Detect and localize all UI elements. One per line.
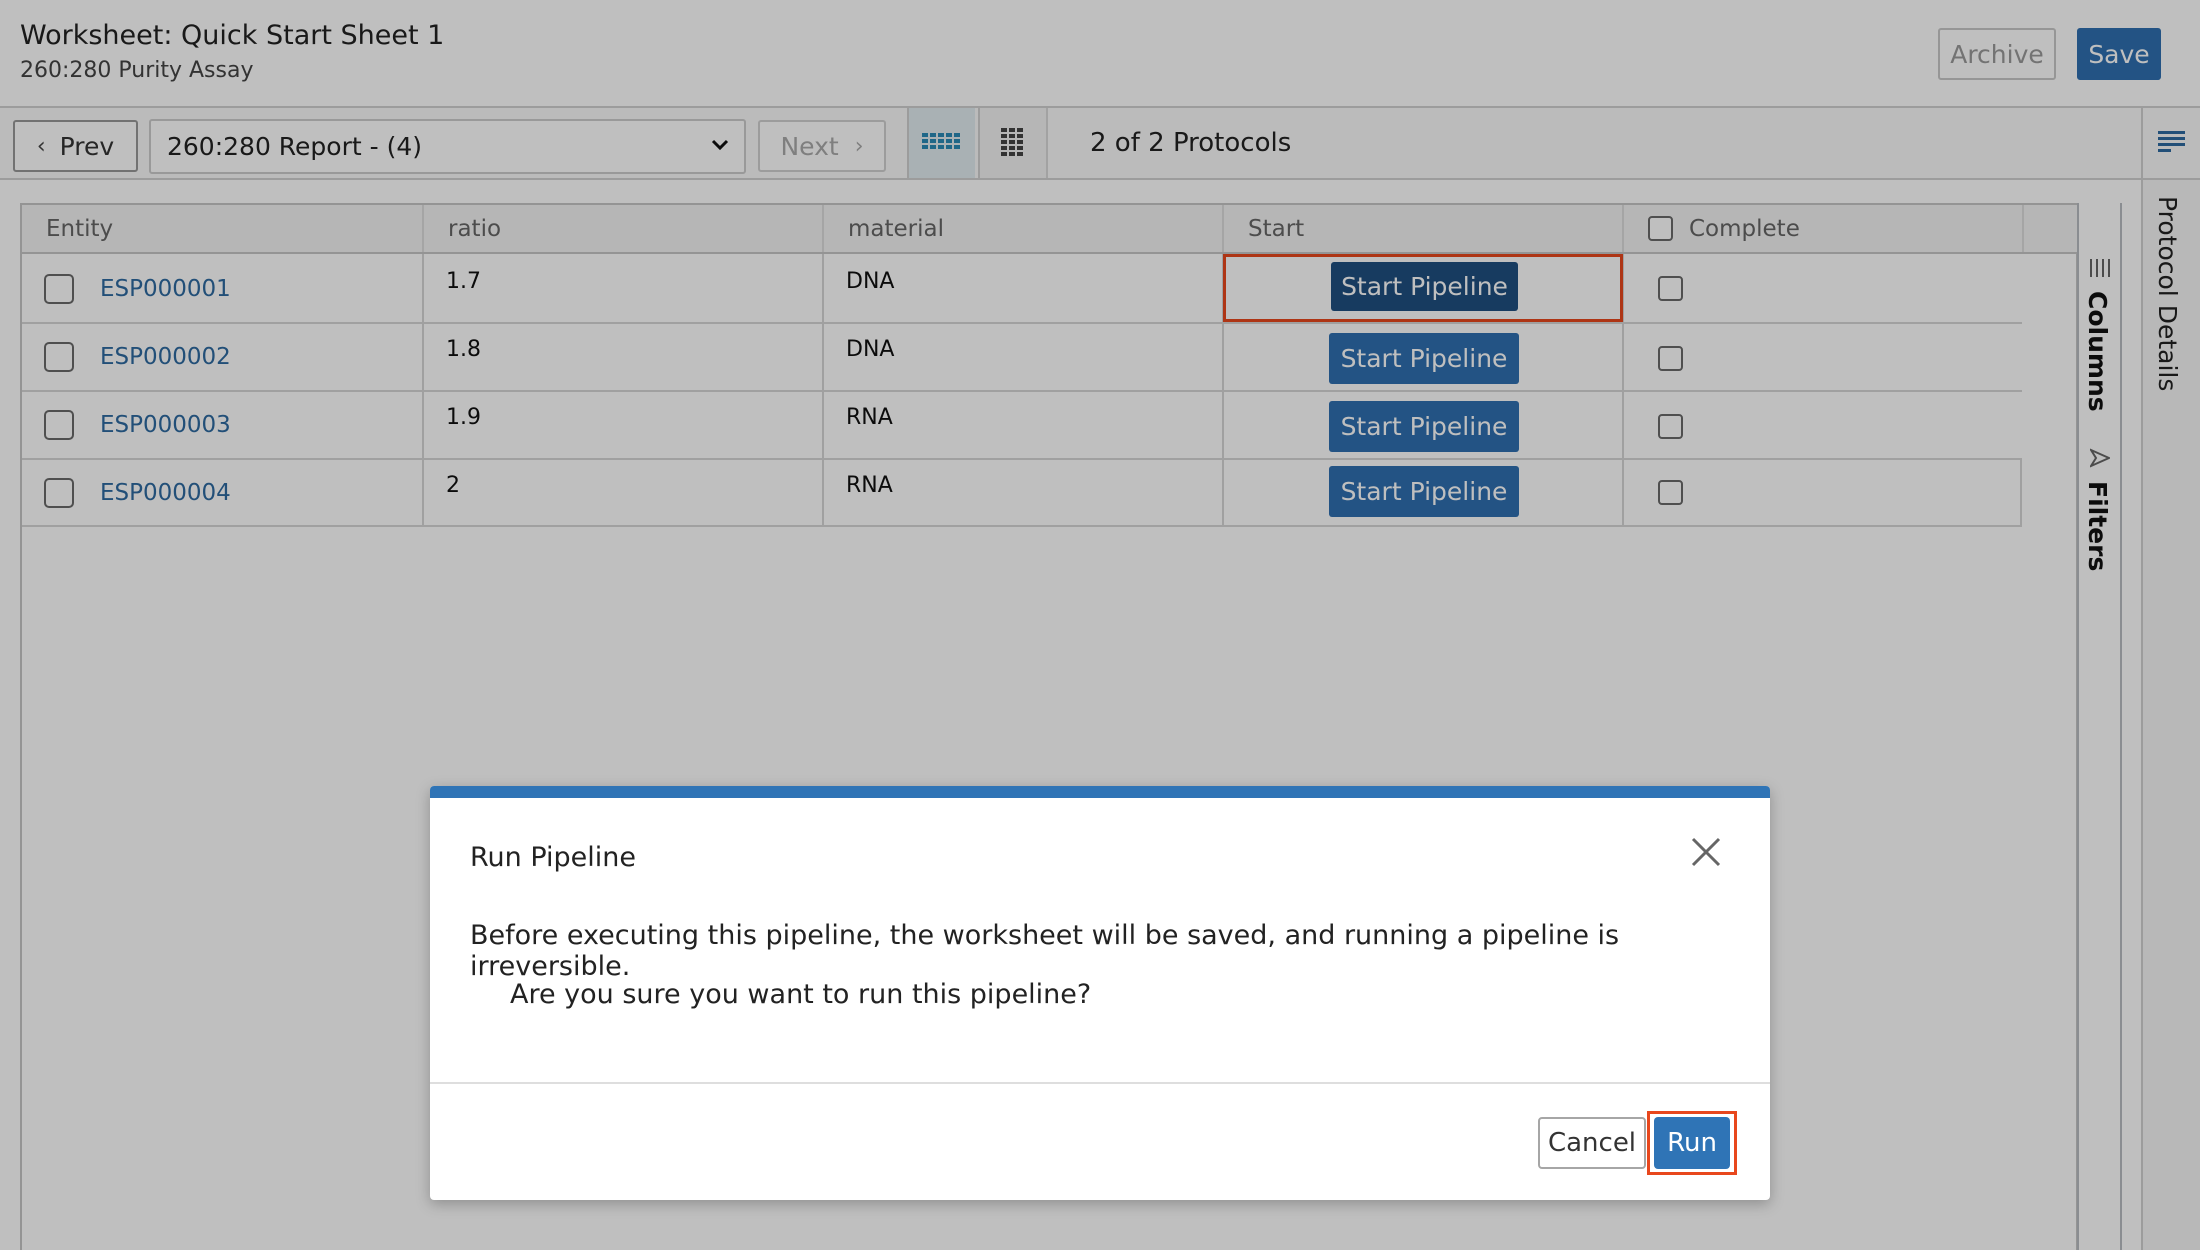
close-button[interactable] bbox=[1686, 832, 1726, 872]
dialog-question: Are you sure you want to run this pipeli… bbox=[510, 979, 1092, 1010]
close-icon bbox=[1691, 837, 1721, 867]
cancel-button[interactable]: Cancel bbox=[1538, 1117, 1646, 1169]
dialog-message: Before executing this pipeline, the work… bbox=[470, 920, 1620, 982]
dialog-accent-bar bbox=[430, 786, 1770, 798]
dialog-title: Run Pipeline bbox=[470, 842, 637, 873]
run-button[interactable]: Run bbox=[1654, 1117, 1730, 1169]
run-pipeline-dialog: Run Pipeline Before executing this pipel… bbox=[430, 786, 1770, 1200]
dialog-divider bbox=[430, 1082, 1770, 1084]
